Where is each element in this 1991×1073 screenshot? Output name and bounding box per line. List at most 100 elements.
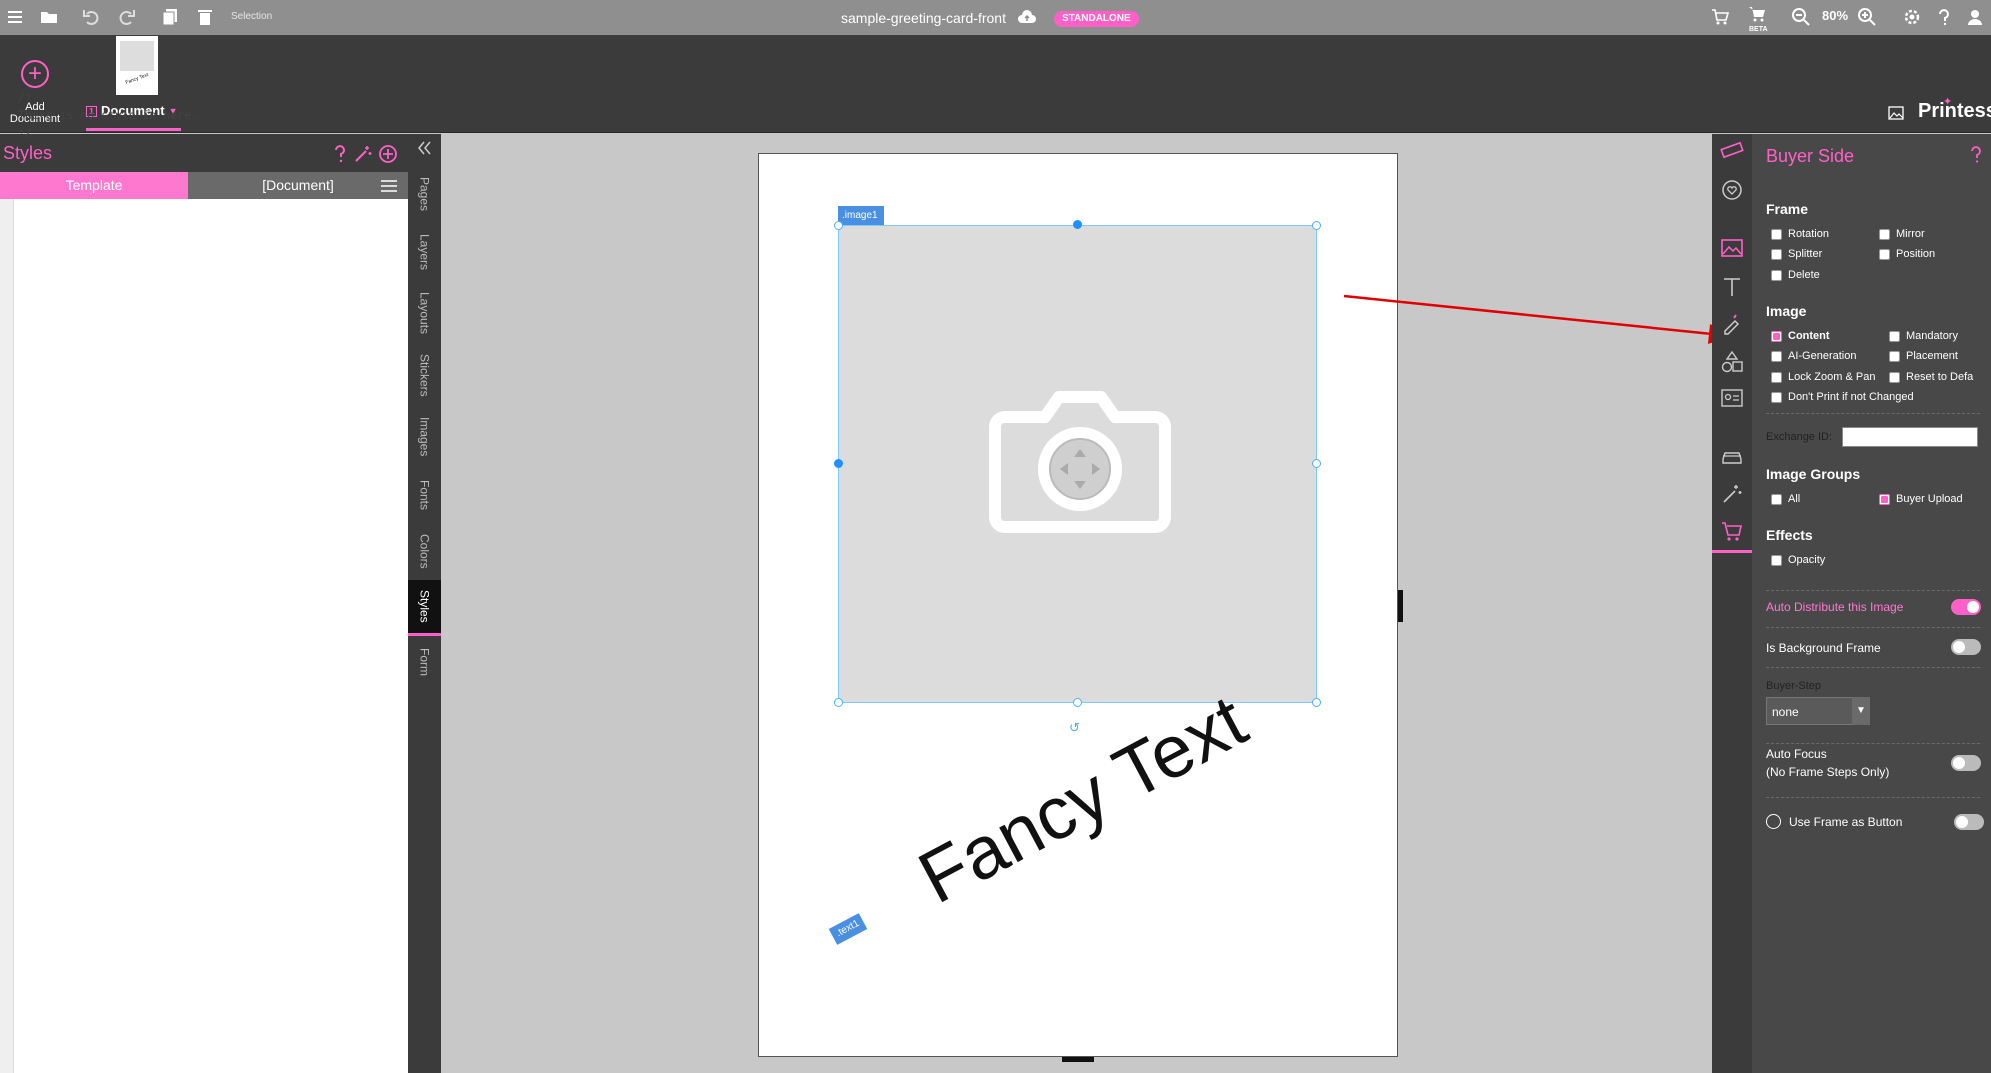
checkbox-box[interactable] (1879, 228, 1890, 240)
tab-document[interactable]: [Document] (188, 172, 408, 199)
exchange-id-input[interactable] (1842, 427, 1978, 447)
sidebar-tab-pages[interactable]: Pages (408, 168, 441, 220)
checkbox-lock-zoom-pan[interactable]: Lock Zoom & Pan (1771, 371, 1875, 383)
checkbox-box[interactable] (1771, 269, 1782, 281)
resize-handle-right[interactable] (1312, 459, 1321, 468)
use-frame-as-button-toggle[interactable] (1954, 814, 1984, 830)
checkbox-box[interactable] (1879, 248, 1890, 260)
user-icon[interactable] (1964, 6, 1986, 28)
cart-icon[interactable] (1720, 520, 1744, 544)
help-icon[interactable] (1933, 6, 1955, 28)
redo-icon[interactable] (116, 6, 138, 28)
collapse-panel-icon[interactable] (415, 139, 433, 157)
ruler-icon[interactable] (1720, 138, 1744, 162)
checkbox-box[interactable] (1771, 371, 1782, 383)
zoom-in-icon[interactable] (1856, 6, 1878, 28)
undo-icon[interactable] (80, 6, 102, 28)
resize-handle-bottom-right[interactable] (1312, 698, 1321, 707)
chevron-down-icon[interactable]: ▼ (1852, 697, 1870, 725)
magic-wand-icon[interactable] (1720, 482, 1744, 506)
cart-beta-icon[interactable] (1746, 3, 1768, 25)
checkbox-mirror[interactable]: Mirror (1879, 228, 1925, 240)
checkbox-box[interactable] (1771, 391, 1782, 403)
sidebar-tab-styles[interactable]: Styles (408, 580, 441, 636)
auto-focus-toggle[interactable] (1951, 755, 1981, 771)
resize-handle-bottom[interactable] (1073, 698, 1082, 707)
divider (1766, 743, 1980, 744)
sidebar-tab-form[interactable]: Form (408, 639, 441, 685)
image-icon[interactable] (1888, 106, 1904, 120)
checkbox-box-checked[interactable] (1771, 330, 1782, 342)
checkbox-rotation[interactable]: Rotation (1771, 228, 1829, 240)
heart-icon[interactable] (1720, 178, 1744, 202)
tab-template[interactable]: Template (0, 172, 188, 199)
checkbox-position[interactable]: Position (1879, 248, 1935, 260)
checkbox-box-checked[interactable] (1879, 493, 1890, 505)
style-code-editor[interactable]: /* There is no style in here. */ (18, 88, 198, 142)
resize-handle-bottom-left[interactable] (834, 698, 843, 707)
is-background-frame-toggle[interactable] (1951, 639, 1981, 655)
help-icon[interactable] (330, 144, 350, 164)
menu-icon[interactable] (4, 6, 26, 28)
checkbox-box[interactable] (1771, 248, 1782, 260)
resize-handle-top[interactable] (1073, 220, 1082, 229)
buyer-step-value: none (1772, 705, 1799, 719)
copy-icon[interactable] (159, 6, 181, 28)
checkbox-box[interactable] (1889, 371, 1900, 383)
checkbox-all[interactable]: All (1771, 493, 1800, 505)
sidebar-tab-stickers[interactable]: Stickers (408, 345, 441, 405)
checkbox-opacity[interactable]: Opacity (1771, 554, 1825, 566)
cart-icon[interactable] (1709, 6, 1731, 28)
hamburger-menu-icon[interactable] (380, 178, 398, 194)
checkbox-content[interactable]: Content (1771, 330, 1830, 342)
add-style-icon[interactable] (378, 144, 398, 164)
sidebar-tab-layers[interactable]: Layers (408, 223, 441, 281)
checkbox-box[interactable] (1771, 350, 1782, 362)
sidebar-tab-colors[interactable]: Colors (408, 524, 441, 578)
panel-title: Buyer Side (1766, 146, 1855, 166)
page-edge-marker (1398, 590, 1403, 622)
cloud-upload-icon[interactable] (1016, 7, 1038, 29)
checkbox-box[interactable] (1889, 350, 1900, 362)
contact-card-icon[interactable] (1720, 386, 1744, 410)
checkbox-delete[interactable]: Delete (1771, 269, 1820, 281)
rotate-handle-icon[interactable]: ↺ (1069, 720, 1080, 736)
resize-handle-top-left[interactable] (834, 221, 843, 230)
checkbox-ai-generation[interactable]: AI-Generation (1771, 350, 1856, 362)
folder-icon[interactable] (38, 6, 60, 28)
car-icon[interactable] (1720, 444, 1744, 468)
pen-tool-icon[interactable] (1720, 312, 1744, 336)
document-thumbnail[interactable]: Fancy Text (116, 36, 158, 95)
use-frame-as-button-label: Use Frame as Button (1789, 815, 1903, 829)
sidebar-tab-images[interactable]: Images (408, 408, 441, 466)
image-icon[interactable] (1720, 236, 1744, 260)
styles-title: Styles (3, 143, 53, 163)
checkbox-mandatory[interactable]: Mandatory (1889, 330, 1958, 342)
sidebar-tab-layouts[interactable]: Layouts (408, 284, 441, 342)
sidebar-tab-fonts[interactable]: Fonts (408, 469, 441, 521)
delete-icon[interactable] (194, 6, 216, 28)
checkbox-buyer-upload[interactable]: Buyer Upload (1879, 493, 1963, 505)
add-document-icon[interactable]: + (21, 60, 49, 88)
text-icon[interactable] (1720, 275, 1744, 299)
checkbox-dont-print-if-not-changed[interactable]: Don't Print if not Changed (1771, 391, 1914, 403)
checkbox-box[interactable] (1771, 228, 1782, 240)
checkbox-placement[interactable]: Placement (1889, 350, 1958, 362)
checkbox-splitter[interactable]: Splitter (1771, 248, 1822, 260)
zoom-out-icon[interactable] (1790, 6, 1812, 28)
gear-icon[interactable] (1901, 6, 1923, 28)
help-icon[interactable] (1968, 146, 1984, 164)
zoom-level: 80% (1822, 8, 1849, 23)
image-frame-tag[interactable]: .image1 (838, 206, 884, 225)
checkbox-box[interactable] (1771, 554, 1782, 566)
magic-wand-icon[interactable] (353, 144, 373, 164)
section-title-effects: Effects (1766, 527, 1813, 543)
auto-distribute-toggle[interactable] (1951, 599, 1981, 615)
resize-handle-left[interactable] (834, 459, 843, 468)
shapes-icon[interactable] (1720, 350, 1744, 374)
checkbox-reset-to-default[interactable]: Reset to Defa (1889, 371, 1979, 383)
checkbox-box[interactable] (1771, 493, 1782, 505)
resize-handle-top-right[interactable] (1312, 221, 1321, 230)
camera-placeholder-icon (989, 391, 1171, 533)
checkbox-box[interactable] (1889, 330, 1900, 342)
